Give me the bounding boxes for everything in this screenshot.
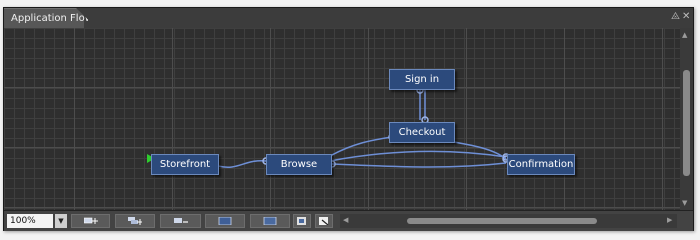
- scroll-right-icon[interactable]: ▶: [667, 216, 672, 224]
- properties-icon: [319, 217, 329, 225]
- vertical-scrollbar[interactable]: ▲ ▼: [680, 28, 693, 210]
- fit-view-icon: [263, 217, 277, 225]
- scroll-left-icon[interactable]: ◀: [343, 216, 348, 224]
- remove-node-button[interactable]: [160, 214, 201, 228]
- scroll-up-icon[interactable]: ▲: [682, 31, 687, 39]
- node-label: Checkout: [398, 127, 446, 138]
- scroll-down-icon[interactable]: ▼: [682, 199, 687, 207]
- export-button[interactable]: [293, 214, 311, 228]
- node-confirmation[interactable]: Confirmation: [507, 154, 575, 175]
- pin-icon[interactable]: ⨻: [671, 11, 680, 23]
- node-checkout[interactable]: Checkout: [389, 122, 455, 143]
- node-label: Storefront: [159, 159, 211, 170]
- node-browse[interactable]: Browse: [266, 154, 332, 175]
- horizontal-scroll-thumb[interactable]: [407, 218, 597, 224]
- close-icon[interactable]: ✕: [682, 11, 690, 23]
- properties-button[interactable]: [315, 214, 333, 228]
- zoom-dropdown-icon[interactable]: ▼: [55, 214, 67, 228]
- layout-button[interactable]: [205, 214, 245, 228]
- add-child-button[interactable]: [115, 214, 155, 228]
- zoom-field[interactable]: 100%: [7, 214, 53, 228]
- node-label: Confirmation: [508, 159, 574, 170]
- tab-title: Application Flow: [11, 13, 93, 24]
- node-label: Sign in: [404, 74, 440, 85]
- edge-browse-confirmation[interactable]: [329, 150, 510, 162]
- zoom-value: 100%: [10, 216, 36, 226]
- edge-confirmation-browse[interactable]: [328, 160, 507, 168]
- node-sign-in[interactable]: Sign in: [389, 69, 455, 90]
- horizontal-scrollbar[interactable]: ◀ ▶: [340, 214, 677, 228]
- node-label: Browse: [280, 159, 318, 170]
- layout-icon: [218, 217, 232, 225]
- fit-view-button[interactable]: [250, 214, 290, 228]
- node-storefront[interactable]: Storefront: [151, 154, 219, 175]
- export-icon: [297, 217, 306, 225]
- remove-node-icon: [173, 218, 188, 223]
- add-node-icon: [83, 217, 98, 224]
- flow-canvas[interactable]: Sign in Checkout Storefront Browse Confi…: [4, 28, 680, 210]
- vertical-scroll-thumb[interactable]: [683, 70, 690, 176]
- flow-edges: [147, 86, 510, 168]
- bottom-toolbar: 100% ▼ ◀ ▶: [4, 210, 693, 231]
- edge-storefront-browse[interactable]: [217, 157, 270, 168]
- tab-application-flow[interactable]: Application Flow: [4, 8, 93, 28]
- application-flow-window: Application Flow ⨻ ✕ Sign in Checkout St…: [3, 7, 694, 231]
- title-bar: Application Flow ⨻ ✕: [4, 8, 693, 28]
- add-child-icon: [128, 217, 142, 225]
- add-node-button[interactable]: [71, 214, 110, 228]
